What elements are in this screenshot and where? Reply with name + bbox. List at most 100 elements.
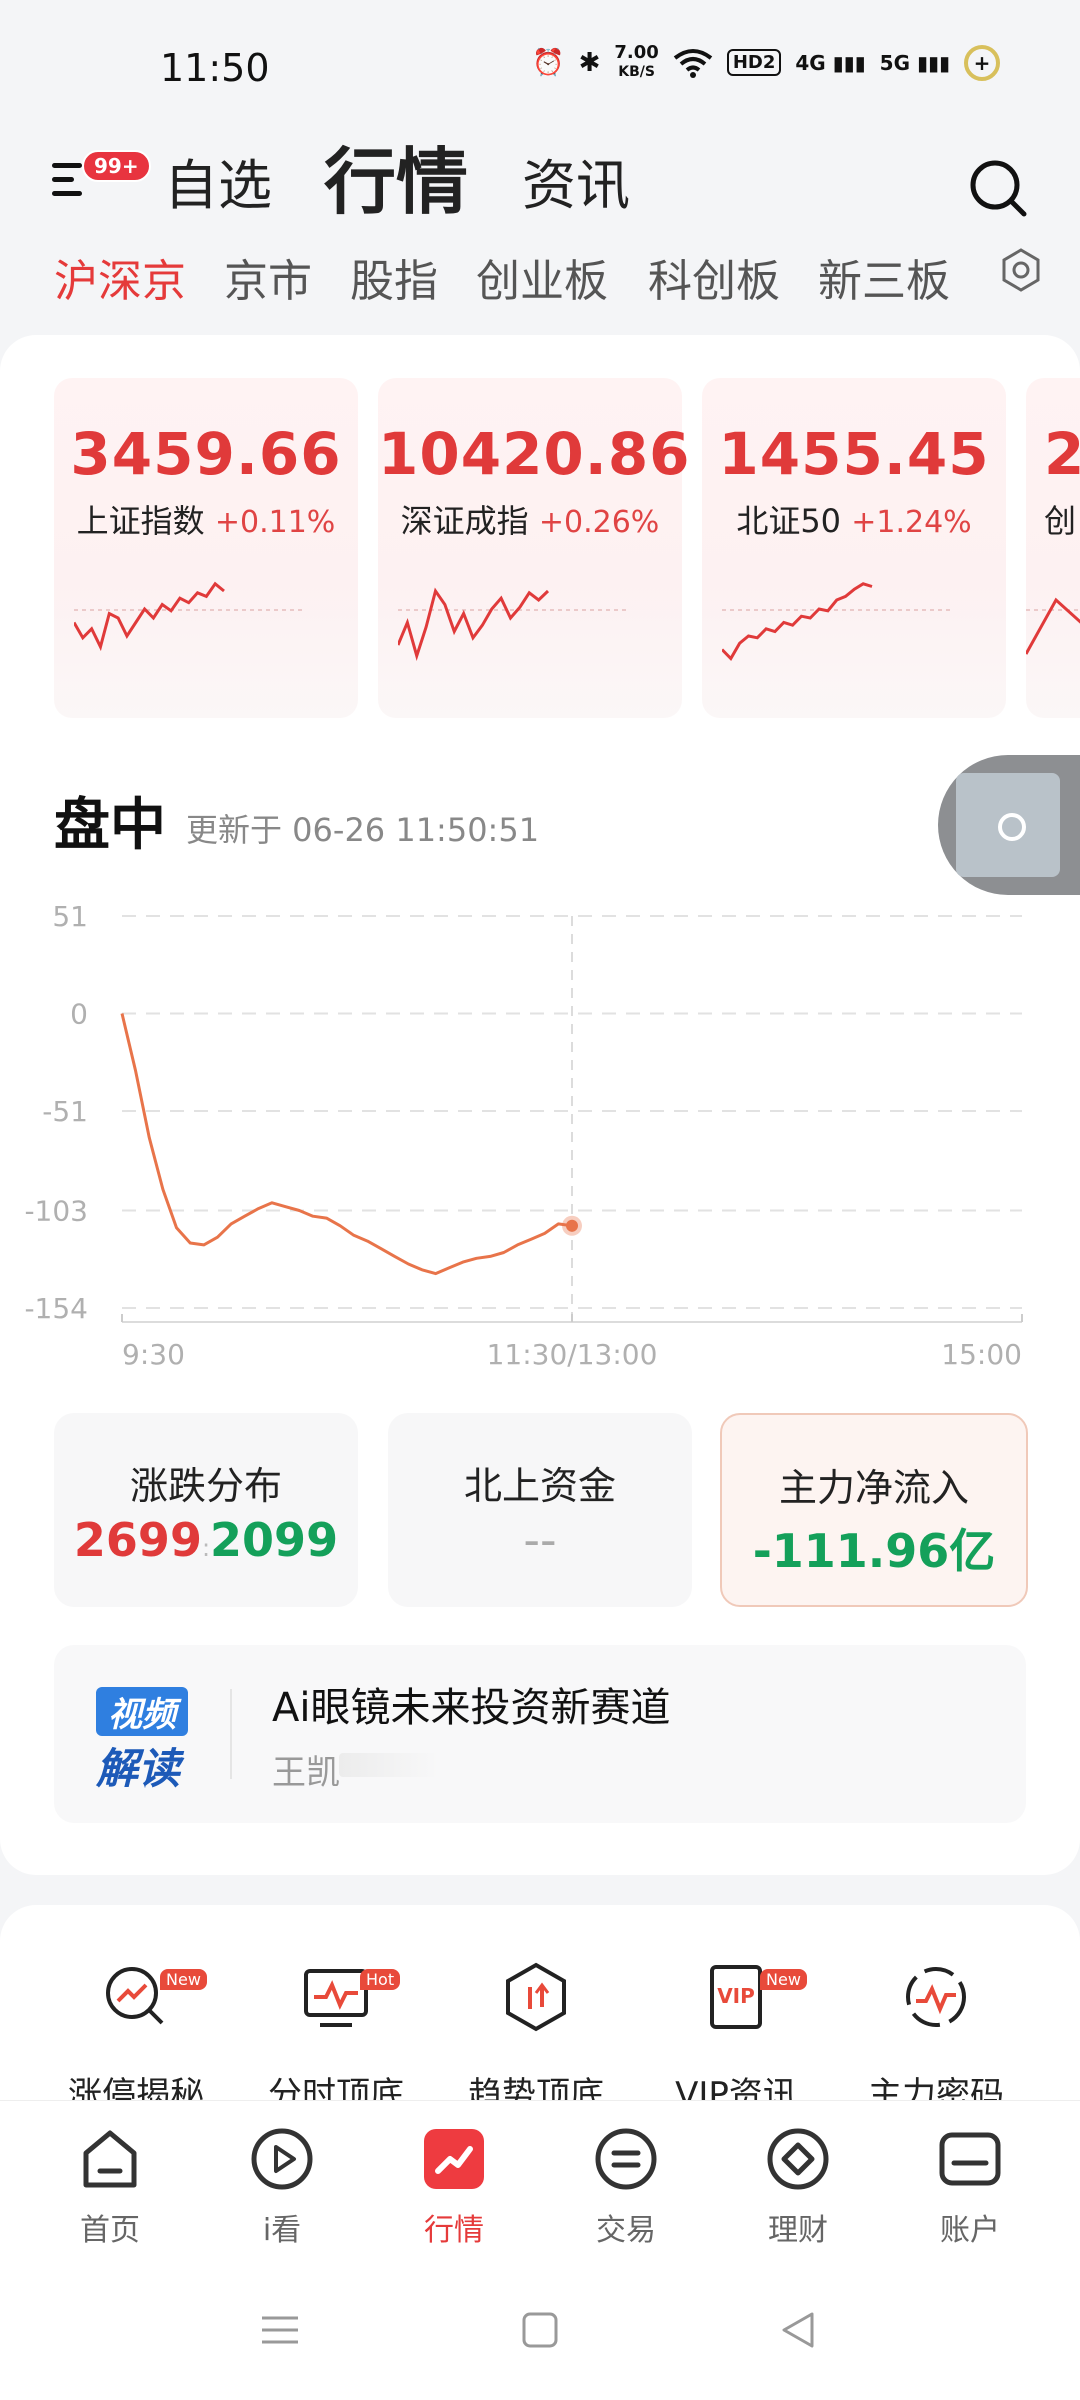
video-interpretation-card[interactable]: 视频 解读 Ai眼镜未来投资新赛道 王凯	[54, 1645, 1026, 1823]
market-icon	[424, 2129, 484, 2189]
main-net-inflow-value: -111.96亿	[752, 1524, 996, 1578]
bottom-navigation: 首页 i看 行情 交易 理财 账户	[0, 2100, 1080, 2268]
stat-label: 主力净流入	[778, 1466, 969, 1510]
stat-label: 涨跌分布	[129, 1464, 282, 1508]
play-icon	[251, 2128, 313, 2190]
signal-4g-icon: 4G ▮▮▮	[795, 50, 866, 75]
index-value: 3459.66	[70, 420, 342, 488]
current-point	[566, 1219, 578, 1232]
series-line	[120, 1013, 573, 1276]
notification-badge: 99+	[82, 150, 151, 182]
tool-intraday-top-bottom[interactable]: Hot 分时顶底	[236, 1957, 436, 2105]
index-sparkline	[398, 587, 628, 661]
system-navigation-bar	[0, 2268, 1080, 2400]
status-time: 11:50	[160, 46, 270, 90]
y-tick-label: -103	[24, 1194, 88, 1227]
index-change: +1.24%	[851, 505, 972, 540]
svg-text:VIP: VIP	[717, 1984, 755, 2008]
tool-limit-up-reveal[interactable]: New 涨停揭秘	[36, 1957, 236, 2105]
index-name: 创	[1044, 502, 1077, 540]
subtab-hushenjing[interactable]: 沪深京	[54, 245, 186, 309]
sparkline-path	[1026, 597, 1080, 655]
tool-trend-top-bottom[interactable]: 趋势顶底	[436, 1957, 636, 2105]
battery-icon: +	[964, 44, 1000, 81]
nav-trade[interactable]: 交易	[556, 2123, 696, 2263]
video-author: 王凯	[272, 1753, 340, 1793]
nav-iwatch[interactable]: i看	[212, 2123, 352, 2263]
index-card-beizheng50[interactable]: 1455.45 北证50 +1.24%	[702, 378, 1006, 718]
intraday-title: 盘中	[54, 793, 166, 858]
subtab-guzhi[interactable]: 股指	[350, 245, 438, 309]
sparkline-path	[722, 582, 873, 661]
main-net-inflow[interactable]: 主力净流入 -111.96亿	[720, 1413, 1028, 1607]
index-name: 深证成指	[400, 502, 529, 540]
subtab-jingshi[interactable]: 京市	[224, 245, 312, 309]
y-tick-label: 51	[52, 900, 88, 933]
video-interpretation-logo: 视频 解读	[92, 1687, 234, 1793]
home-button-icon[interactable]	[518, 2308, 562, 2352]
index-cards-row: 3459.66 上证指数 +0.11% 10420.86 深证成指 +0.26%…	[54, 378, 1080, 718]
sparkline-path	[398, 587, 550, 661]
x-tick-label: 15:00	[941, 1338, 1022, 1370]
rise-count: 2699	[73, 1513, 202, 1567]
nav-wealth[interactable]: 理财	[728, 2123, 868, 2263]
northbound-value: --	[523, 1513, 557, 1567]
index-value: 10420.86	[378, 420, 691, 488]
index-value: 2	[1044, 420, 1080, 488]
fall-count: 2099	[210, 1513, 339, 1567]
wealth-icon	[767, 2128, 829, 2190]
x-tick-label: 9:30	[122, 1338, 185, 1370]
nav-account[interactable]: 账户	[900, 2123, 1040, 2263]
video-title: Ai眼镜未来投资新赛道	[272, 1685, 671, 1731]
bluetooth-icon: ✱	[578, 47, 601, 78]
search-icon[interactable]	[968, 158, 1028, 218]
tab-market[interactable]: 行情	[324, 123, 468, 228]
subtab-chuangyeban[interactable]: 创业板	[476, 245, 608, 309]
rise-fall-distribution[interactable]: 涨跌分布 2699:2099	[54, 1413, 358, 1607]
market-subtabs: 沪深京 京市 股指 创业板 科创板 新三板	[0, 245, 1080, 315]
home-icon	[83, 2130, 137, 2188]
settings-icon[interactable]	[998, 247, 1044, 293]
status-icons: ⏰ ✱ 7.00 KB/S HD2 4G ▮▮▮ 5G ▮▮▮ +	[532, 44, 1000, 81]
alarm-icon: ⏰	[532, 47, 565, 78]
index-value: 1455.45	[718, 420, 990, 488]
nav-market[interactable]: 行情	[384, 2123, 524, 2263]
account-icon	[939, 2132, 1001, 2186]
northbound-funds[interactable]: 北上资金 --	[388, 1413, 692, 1607]
tab-news[interactable]: 资讯	[522, 141, 630, 220]
signal-5g-icon: 5G ▮▮▮	[879, 50, 950, 75]
wifi-icon	[673, 48, 713, 78]
index-sparkline	[722, 582, 952, 661]
intraday-fund-flow-chart: 51 0 -51 -103 -154 9:30 11:30/13:00 15:00	[24, 900, 1023, 1370]
assistant-icon	[998, 813, 1026, 841]
index-card-shenzhen[interactable]: 10420.86 深证成指 +0.26%	[378, 378, 691, 718]
trade-icon	[595, 2128, 657, 2190]
index-card-chuangye[interactable]: 2 创	[1026, 378, 1080, 718]
stat-label: 北上资金	[463, 1464, 616, 1508]
index-name: 北证50	[736, 502, 842, 540]
tool-vip-news[interactable]: VIP New VIP资讯	[636, 1957, 836, 2105]
index-name: 上证指数	[76, 502, 205, 540]
nav-home[interactable]: 首页	[40, 2123, 180, 2263]
tool-main-force-code[interactable]: 主力密码	[836, 1957, 1036, 2105]
top-header: 99+ 自选 行情 资讯	[0, 130, 1080, 240]
index-sparkline	[74, 581, 304, 652]
subtab-kechuangban[interactable]: 科创板	[648, 245, 780, 309]
index-sparkline	[1026, 597, 1080, 655]
subtab-xinsanban[interactable]: 新三板	[818, 245, 950, 309]
index-card-shanghai[interactable]: 3459.66 上证指数 +0.11%	[54, 378, 358, 718]
recent-apps-icon[interactable]	[258, 2308, 302, 2352]
index-change: +0.26%	[538, 505, 660, 540]
target-chart-icon	[906, 1967, 966, 2027]
hd-voice-icon: HD2	[726, 49, 782, 76]
floating-assistant-button[interactable]	[938, 755, 1080, 895]
network-speed: 7.00 KB/S	[614, 42, 659, 81]
feature-tools-card: New 涨停揭秘 Hot 分时顶底 趋势顶底 VIP New VIP资讯 主力密…	[0, 1905, 1080, 2105]
back-icon[interactable]	[776, 2308, 820, 2352]
x-tick-label: 11:30/13:00	[487, 1338, 658, 1370]
y-tick-label: -154	[24, 1292, 88, 1325]
status-bar: 11:50 ⏰ ✱ 7.00 KB/S HD2 4G ▮▮▮ 5G ▮▮▮ +	[0, 0, 1080, 130]
index-change: +0.11%	[214, 505, 336, 540]
tab-watchlist[interactable]: 自选	[164, 141, 272, 220]
y-tick-label: 0	[70, 998, 88, 1031]
